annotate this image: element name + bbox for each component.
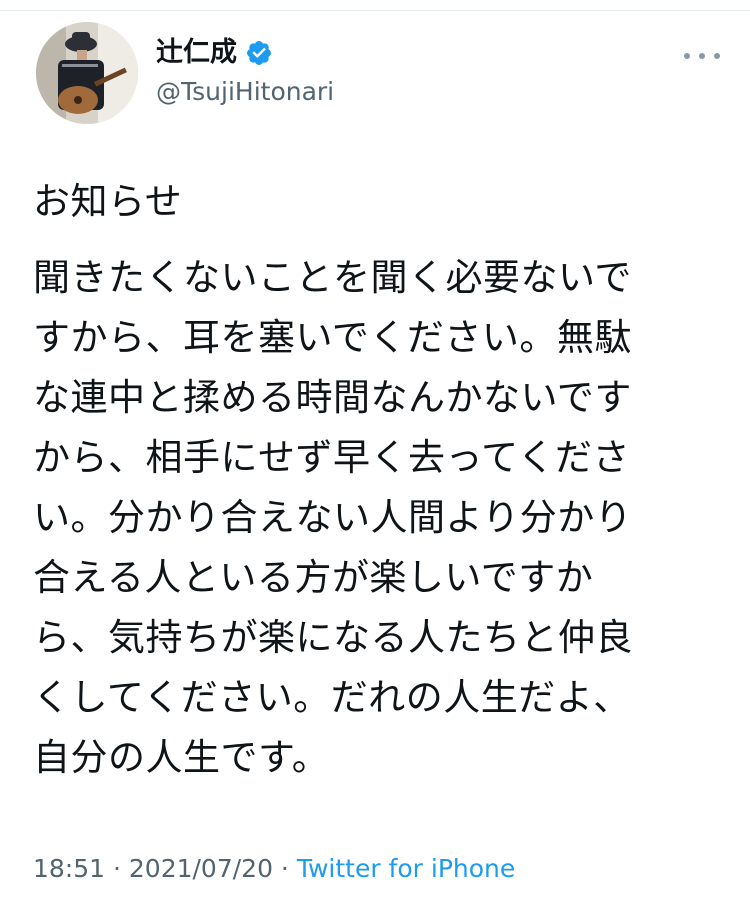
avatar[interactable]: [36, 22, 138, 124]
tweet-source-link[interactable]: Twitter for iPhone: [297, 854, 515, 883]
author-display-name[interactable]: 辻仁成: [156, 36, 273, 70]
tweet-meta: 18:51 · 2021/07/20 · Twitter for iPhone: [33, 852, 515, 886]
tweet-time[interactable]: 18:51: [33, 854, 105, 883]
top-divider: [0, 0, 750, 11]
more-dot-icon: [714, 53, 720, 59]
meta-separator: ·: [272, 854, 297, 883]
guitarist-avatar-icon: [36, 22, 138, 124]
tweet-body: 聞きたくないことを聞く必要ないで すから、耳を塞いでください。無駄 な連中と揉め…: [33, 256, 633, 779]
meta-separator: ·: [105, 854, 129, 883]
tweet-date[interactable]: 2021/07/20: [129, 854, 273, 883]
more-options-button[interactable]: [684, 46, 720, 66]
tweet-text: お知らせ 聞きたくないことを聞く必要ないで すから、耳を塞いでください。無駄 な…: [33, 172, 723, 804]
more-dot-icon: [699, 53, 705, 59]
verified-badge-icon: [247, 41, 271, 65]
tweet-heading: お知らせ: [33, 180, 183, 223]
more-dot-icon: [684, 53, 690, 59]
author-handle[interactable]: @TsujiHitonari: [156, 76, 334, 108]
display-name-text: 辻仁成: [156, 37, 237, 68]
